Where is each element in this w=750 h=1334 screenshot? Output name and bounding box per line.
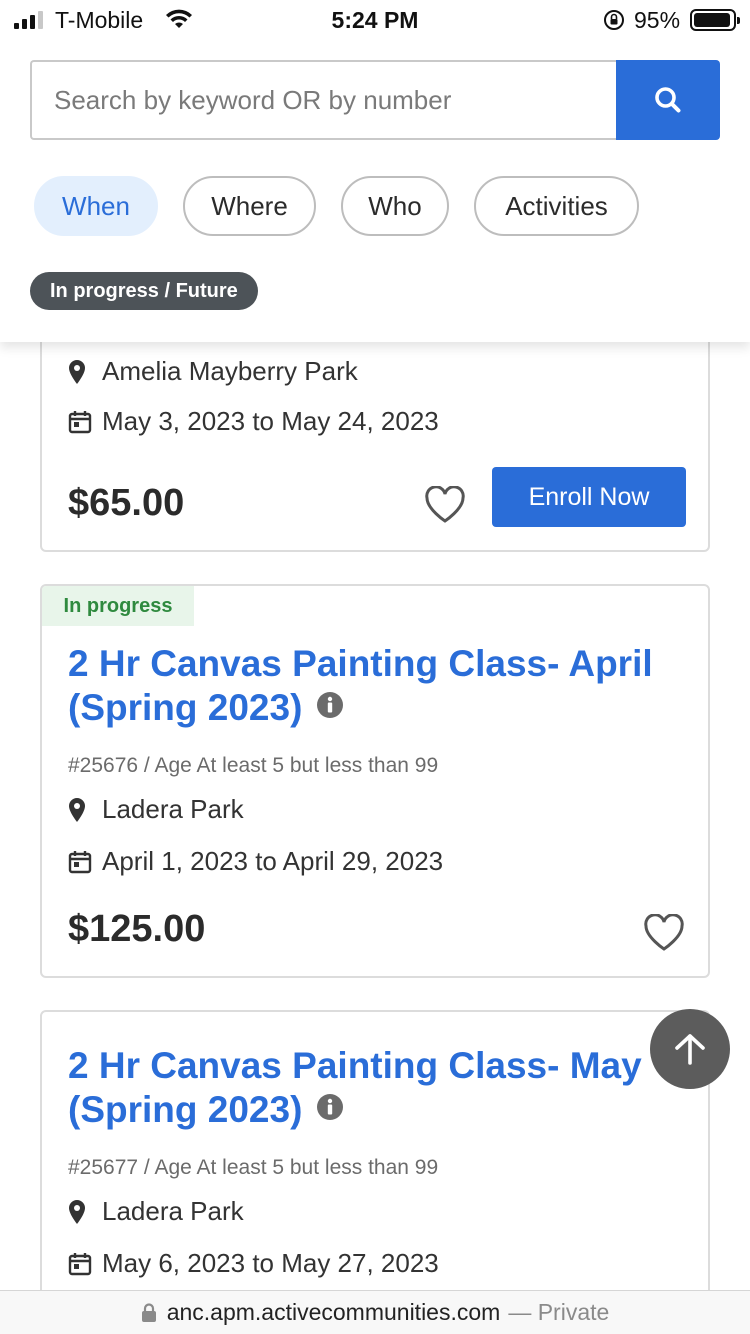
private-label: — Private: [508, 1299, 610, 1325]
map-pin-icon: [68, 1199, 102, 1225]
price: $65.00: [68, 482, 185, 524]
calendar-icon: [68, 850, 102, 874]
favorite-heart-icon[interactable]: [424, 485, 466, 529]
location-row: Amelia Mayberry Park: [68, 356, 358, 387]
calendar-icon: [68, 410, 102, 434]
age-range: Age At least 5 but less than 99: [154, 754, 439, 777]
status-badge: In progress: [42, 586, 194, 626]
date-filter-chip[interactable]: In progress / Future: [30, 272, 258, 310]
calendar-icon: [68, 1252, 102, 1276]
status-bar: T-Mobile 5:24 PM 95%: [0, 0, 750, 40]
map-pin-icon: [68, 797, 102, 823]
search-input[interactable]: [30, 60, 618, 140]
activity-meta: #25676 / Age At least 5 but less than 99: [68, 754, 438, 778]
battery-icon: [690, 9, 740, 31]
activity-title-line2: (Spring 2023): [68, 1089, 303, 1130]
activity-number: #25677: [68, 1156, 139, 1179]
filter-who[interactable]: Who: [341, 176, 449, 236]
url-domain: anc.apm.activecommunities.com: [166, 1299, 501, 1325]
map-pin-icon: [68, 359, 102, 385]
filter-when[interactable]: When: [34, 176, 158, 236]
location-text: Ladera Park: [102, 1196, 244, 1226]
activity-card: 2 Hr Canvas Painting Class- May (Spring …: [40, 1010, 710, 1334]
search-icon: [655, 87, 681, 113]
activity-title[interactable]: 2 Hr Canvas Painting Class- May (Spring …: [68, 1044, 668, 1134]
age-range: Age At least 5 but less than 99: [154, 1156, 439, 1179]
orientation-lock-icon: [603, 9, 625, 36]
location-text: Amelia Mayberry Park: [102, 356, 358, 386]
favorite-heart-icon[interactable]: [643, 913, 685, 957]
info-icon[interactable]: [316, 1087, 344, 1131]
meta-separator: /: [143, 754, 150, 777]
info-icon[interactable]: [316, 685, 344, 729]
price: $125.00: [68, 908, 206, 950]
date-range-text: April 1, 2023 to April 29, 2023: [102, 846, 444, 876]
meta-separator: /: [143, 1156, 150, 1179]
filter-activities[interactable]: Activities: [474, 176, 639, 236]
location-row: Ladera Park: [68, 794, 244, 825]
scroll-to-top-button[interactable]: [650, 1009, 730, 1089]
date-row: May 3, 2023 to May 24, 2023: [68, 406, 439, 437]
arrow-up-icon: [675, 1034, 705, 1065]
activity-card: In progress 2 Hr Canvas Painting Class- …: [40, 584, 710, 978]
date-range-text: May 3, 2023 to May 24, 2023: [102, 406, 439, 436]
search-button[interactable]: [616, 60, 720, 140]
activity-title[interactable]: 2 Hr Canvas Painting Class- April (Sprin…: [68, 642, 688, 732]
date-row: May 6, 2023 to May 27, 2023: [68, 1248, 439, 1279]
date-row: April 1, 2023 to April 29, 2023: [68, 846, 443, 877]
battery-percent: 95%: [634, 7, 681, 33]
enroll-now-button[interactable]: Enroll Now: [492, 467, 686, 527]
location-row: Ladera Park: [68, 1196, 244, 1227]
filter-where[interactable]: Where: [183, 176, 316, 236]
browser-url-bar[interactable]: anc.apm.activecommunities.com — Private: [0, 1290, 750, 1334]
search-header: When Where Who Activities In progress / …: [0, 40, 750, 342]
date-range-text: May 6, 2023 to May 27, 2023: [102, 1248, 439, 1278]
activity-title-line1: 2 Hr Canvas Painting Class- April: [68, 643, 653, 684]
location-text: Ladera Park: [102, 794, 244, 824]
activity-meta: #25677 / Age At least 5 but less than 99: [68, 1156, 438, 1180]
activity-title-line2: (Spring 2023): [68, 687, 303, 728]
activity-title-line1: 2 Hr Canvas Painting Class- May: [68, 1045, 642, 1086]
lock-icon: [141, 1302, 157, 1323]
activity-number: #25676: [68, 754, 139, 777]
